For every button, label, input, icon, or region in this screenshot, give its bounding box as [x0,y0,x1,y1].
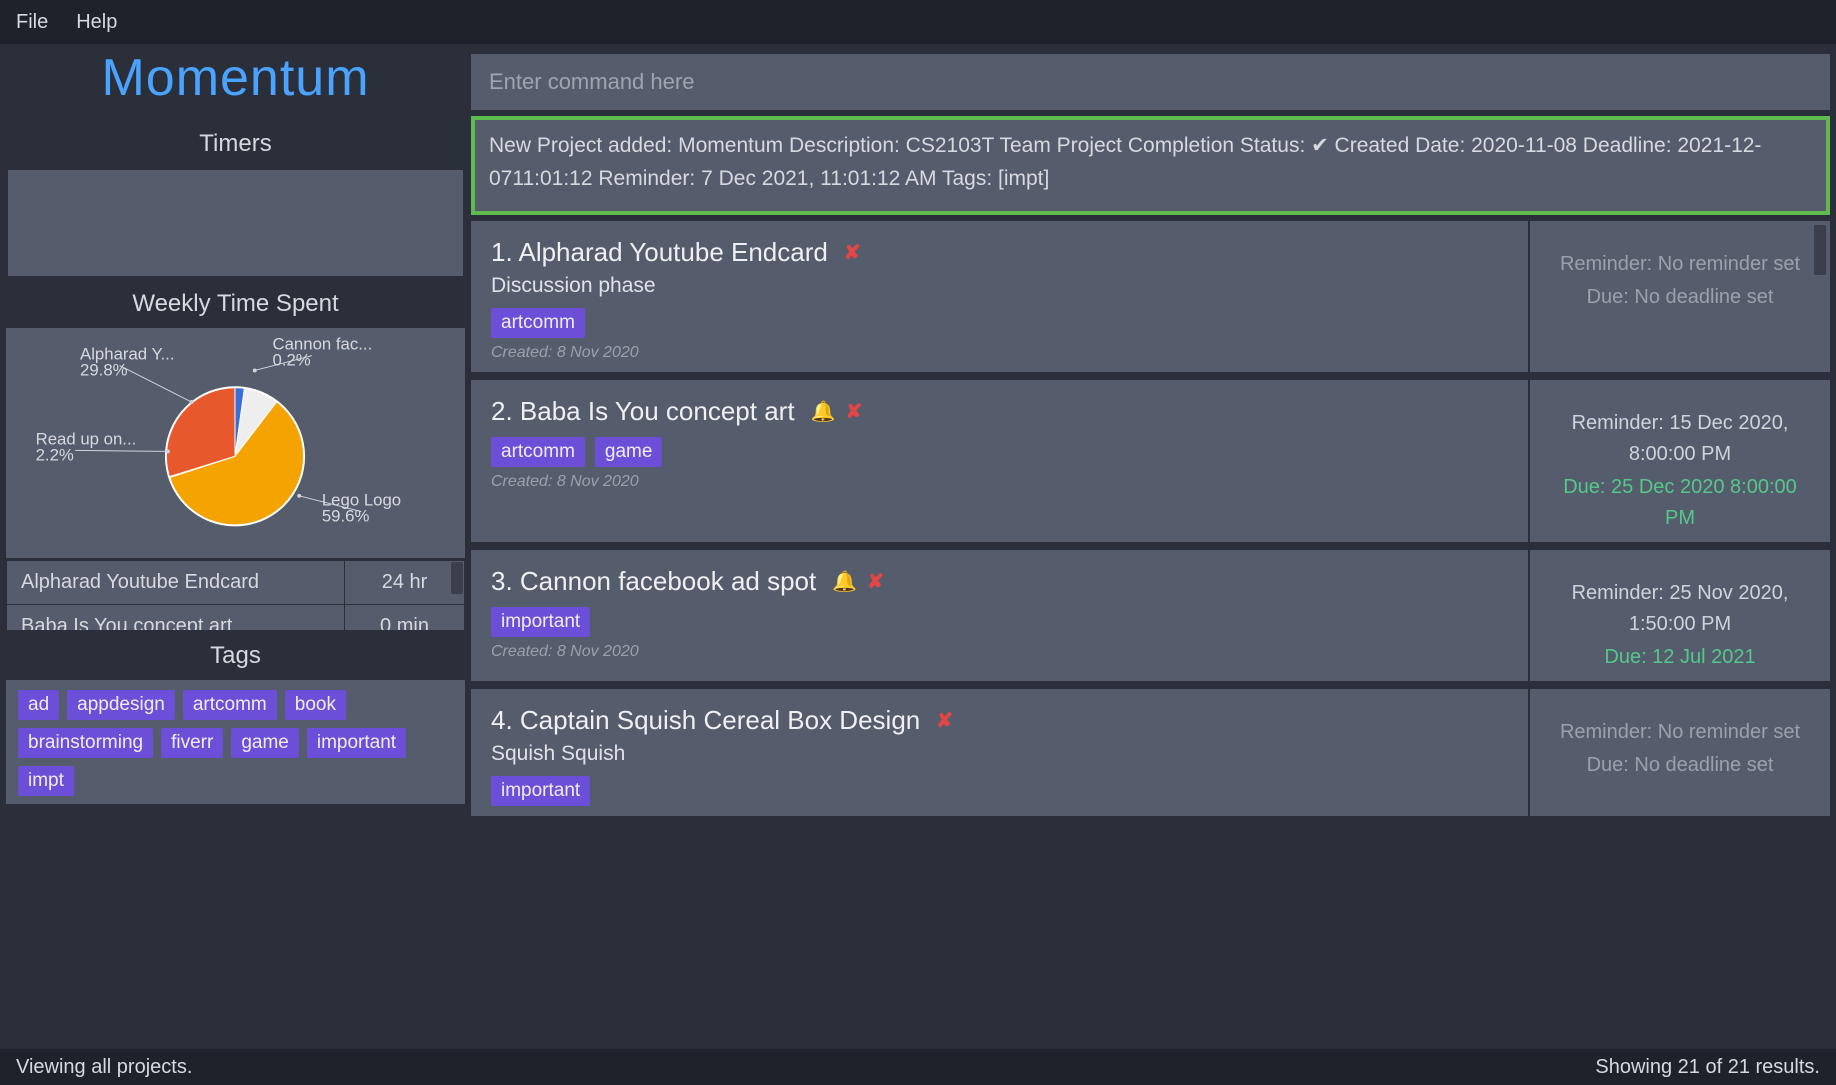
tags-panel: Tags ad appdesign artcomm book brainstorming… [6,636,465,804]
weekly-header: Weekly Time Spent [6,284,465,328]
project-card[interactable]: 3. Cannon facebook ad spot 🔔✘ important … [471,550,1830,681]
tag-important[interactable]: important [307,728,406,758]
project-tags: artcomm [491,308,1508,338]
weekly-row-time: 24 hr [345,561,465,605]
pie-pct: 29.8% [80,360,128,379]
command-bar [471,54,1830,110]
weekly-row: Alpharad Youtube Endcard 24 hr [7,561,465,605]
statusbar-right: Showing 21 of 21 results. [1595,1056,1820,1079]
project-tags: artcomm game [491,437,1508,467]
project-main: 3. Cannon facebook ad spot 🔔✘ important … [471,550,1530,681]
project-title-row: 4. Captain Squish Cereal Box Design ✘ [491,705,1508,736]
content-pane: New Project added: Momentum Description:… [471,44,1836,1049]
weekly-row: Baba Is You concept art 0 min [7,605,465,631]
cross-icon: ✘ [936,708,953,733]
project-reminder: Reminder: No reminder set [1550,717,1810,748]
menu-file[interactable]: File [16,11,48,34]
project-tag-artcomm: artcomm [491,437,585,467]
project-title: 2. Baba Is You concept art [491,396,795,427]
project-desc: Squish Squish [491,742,1508,766]
main-layout: Momentum Timers Weekly Time Spent Alphar… [0,44,1836,1049]
status-message: New Project added: Momentum Description:… [471,116,1830,215]
tag-appdesign[interactable]: appdesign [67,690,175,720]
project-created: Created: 8 Nov 2020 [491,473,1508,491]
project-meta: Reminder: 15 Dec 2020, 8:00:00 PM Due: 2… [1530,380,1830,542]
project-desc: Discussion phase [491,274,1508,298]
project-title: 4. Captain Squish Cereal Box Design [491,705,920,736]
timers-panel: Timers [6,124,465,278]
project-created: Created: 8 Nov 2020 [491,643,1508,661]
project-tag-important: important [491,607,590,637]
tags-list: ad appdesign artcomm book brainstorming fiver… [6,680,465,804]
project-tag-important: important [491,776,590,806]
project-main: 1. Alpharad Youtube Endcard ✘ Discussion… [471,221,1530,372]
command-input[interactable] [471,54,1830,110]
cross-icon: ✘ [867,569,884,594]
project-tag-artcomm: artcomm [491,308,585,338]
tag-book[interactable]: book [285,690,346,720]
menubar: File Help [0,0,1836,44]
weekly-row-name: Alpharad Youtube Endcard [7,561,345,605]
project-due: Due: No deadline set [1550,282,1810,313]
project-due: Due: 12 Jul 2021 [1550,642,1810,673]
project-title: 1. Alpharad Youtube Endcard [491,237,828,268]
projects-scrollbar[interactable] [1814,225,1826,275]
pie-pct: 0.2% [273,351,311,370]
project-title-row: 3. Cannon facebook ad spot 🔔 ✘ [491,566,1508,597]
weekly-panel: Weekly Time Spent Alpharad Y...29.8%Read… [6,284,465,630]
pie-pct: 59.6% [322,506,370,525]
project-due: Due: 25 Dec 2020 8:00:00 PM [1550,472,1810,534]
timers-body [6,168,465,278]
tag-artcomm[interactable]: artcomm [183,690,277,720]
weekly-pie-chart: Alpharad Y...29.8%Read up on...2.2%Lego … [6,328,465,558]
tag-impt[interactable]: impt [18,766,74,796]
project-meta: Reminder: No reminder set Due: No deadli… [1530,221,1830,372]
tag-brainstorming[interactable]: brainstorming [18,728,153,758]
project-card[interactable]: 2. Baba Is You concept art 🔔 ✘ artcomm gam… [471,380,1830,542]
project-due: Due: No deadline set [1550,750,1810,781]
project-card[interactable]: 1. Alpharad Youtube Endcard ✘ Discussion… [471,221,1830,372]
weekly-row-time: 0 min [345,605,465,631]
project-reminder: Reminder: 15 Dec 2020, 8:00:00 PM [1550,408,1810,470]
app-title: Momentum [6,44,465,118]
project-reminder: Reminder: 25 Nov 2020, 1:50:00 PM [1550,578,1810,640]
statusbar: Viewing all projects. Showing 21 of 21 r… [0,1049,1836,1085]
weekly-scrollbar[interactable] [451,562,463,594]
cross-icon: ✘ [845,399,862,424]
weekly-table: Alpharad Youtube Endcard 24 hr Baba Is Y… [6,558,465,630]
project-meta: Reminder: No reminder set Due: No deadli… [1530,689,1830,816]
project-title-row: 1. Alpharad Youtube Endcard ✘ [491,237,1508,268]
weekly-row-name: Baba Is You concept art [7,605,345,631]
tag-fiverr[interactable]: fiverr [161,728,223,758]
project-tags: important [491,776,1508,806]
project-main: 4. Captain Squish Cereal Box Design ✘ Sq… [471,689,1530,816]
project-tags: important [491,607,1508,637]
project-reminder: Reminder: No reminder set [1550,249,1810,280]
project-created: Created: 8 Nov 2020 [491,344,1508,362]
bell-icon: 🔔 [811,399,836,424]
project-tag-game: game [595,437,663,467]
project-main: 2. Baba Is You concept art 🔔 ✘ artcomm gam… [471,380,1530,542]
tag-game[interactable]: game [231,728,299,758]
bell-icon: 🔔 [832,569,857,594]
menu-help[interactable]: Help [76,11,117,34]
tag-ad[interactable]: ad [18,690,59,720]
projects-list[interactable]: 1. Alpharad Youtube Endcard ✘ Discussion… [471,221,1830,1049]
cross-icon: ✘ [844,240,861,265]
sidebar: Momentum Timers Weekly Time Spent Alphar… [0,44,465,1049]
pie-pct: 2.2% [36,445,74,464]
statusbar-left: Viewing all projects. [16,1056,192,1079]
project-title: 3. Cannon facebook ad spot [491,566,816,597]
tags-header: Tags [6,636,465,680]
project-meta: Reminder: 25 Nov 2020, 1:50:00 PM Due: 1… [1530,550,1830,681]
project-title-row: 2. Baba Is You concept art 🔔 ✘ [491,396,1508,427]
timers-header: Timers [6,124,465,168]
project-card[interactable]: 4. Captain Squish Cereal Box Design ✘ Sq… [471,689,1830,816]
